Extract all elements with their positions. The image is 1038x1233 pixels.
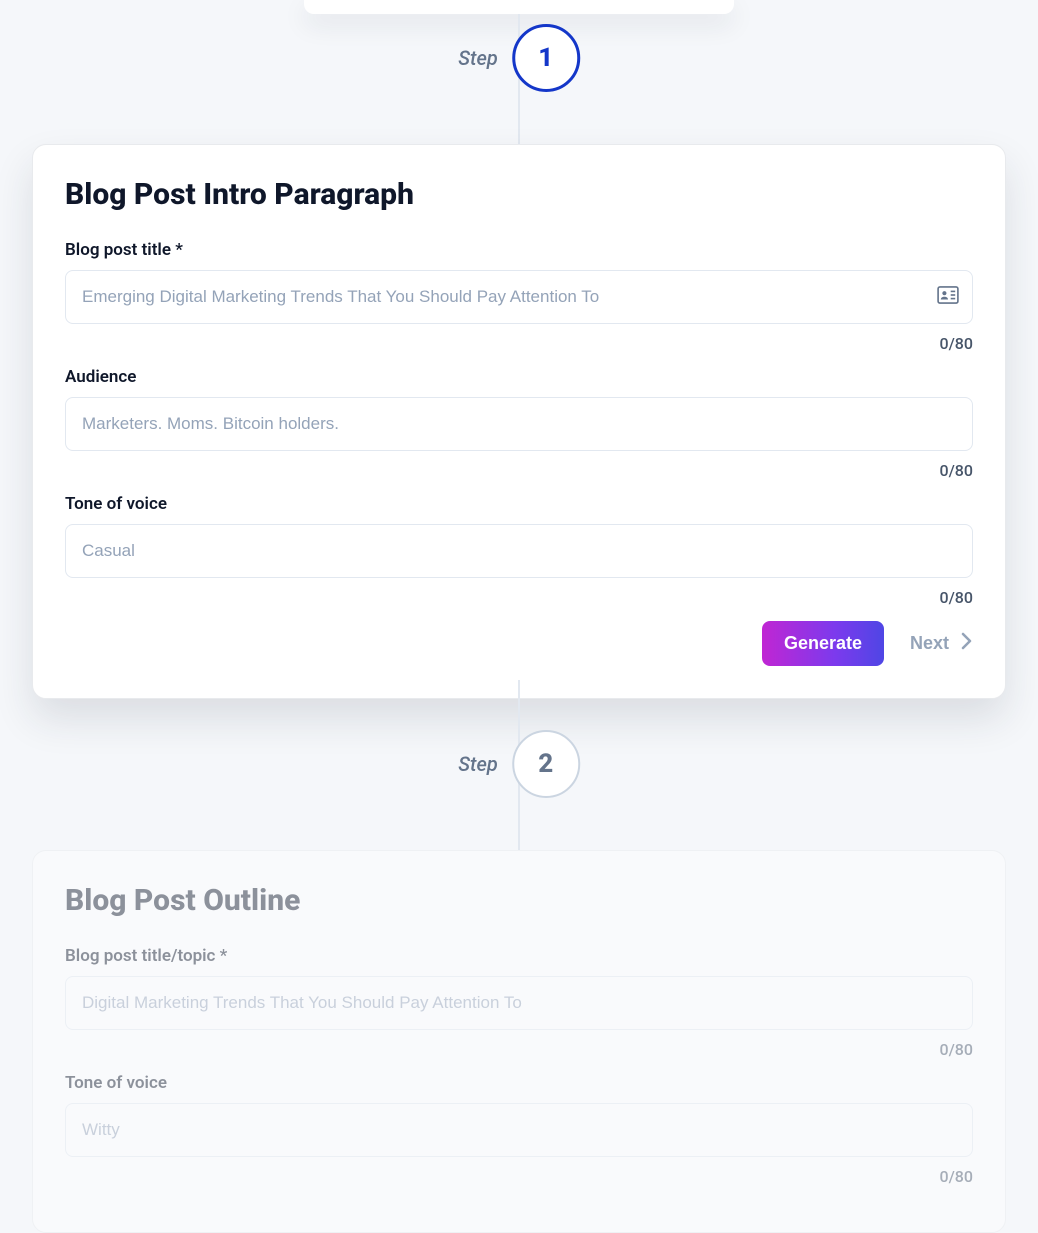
tone-input[interactable] [65,524,973,578]
step-indicator-1: Step 1 [458,24,580,92]
field-label-tone: Tone of voice [65,1073,973,1093]
next-button-label: Next [910,633,949,654]
step-number: 2 [538,749,553,779]
field-group-title: Blog post title/topic * 0/80 [65,946,973,1059]
field-group-tone: Tone of voice 0/80 [65,494,973,607]
step-label: Step [458,752,498,776]
actions-row: Generate Next [65,621,973,666]
tone-input-2[interactable] [65,1103,973,1157]
char-counter-title: 0/80 [65,1040,973,1059]
audience-input[interactable] [65,397,973,451]
field-group-audience: Audience 0/80 [65,367,973,480]
step-label: Step [458,46,498,70]
card-title: Blog Post Outline [65,883,973,918]
step-circle-2[interactable]: 2 [512,730,580,798]
char-counter-tone: 0/80 [65,588,973,607]
step-indicator-2: Step 2 [458,730,580,798]
field-label-title: Blog post title/topic * [65,946,973,966]
step-number: 1 [538,43,553,73]
char-counter-title: 0/80 [65,334,973,353]
card-blog-post-intro: Blog Post Intro Paragraph Blog post titl… [32,144,1006,699]
field-label-title: Blog post title * [65,240,973,260]
next-button[interactable]: Next [910,631,973,656]
blog-post-title-input[interactable] [65,270,973,324]
field-group-tone: Tone of voice 0/80 [65,1073,973,1186]
step-circle-1[interactable]: 1 [512,24,580,92]
card-title: Blog Post Intro Paragraph [65,177,973,212]
id-card-icon [937,286,959,308]
card-blog-post-outline: Blog Post Outline Blog post title/topic … [32,850,1006,1233]
previous-step-card-edge [304,0,734,14]
field-label-tone: Tone of voice [65,494,973,514]
field-group-title: Blog post title * 0/80 [65,240,973,353]
generate-button[interactable]: Generate [762,621,884,666]
char-counter-tone: 0/80 [65,1167,973,1186]
char-counter-audience: 0/80 [65,461,973,480]
blog-post-topic-input[interactable] [65,976,973,1030]
field-label-audience: Audience [65,367,973,387]
chevron-right-icon [961,631,973,656]
